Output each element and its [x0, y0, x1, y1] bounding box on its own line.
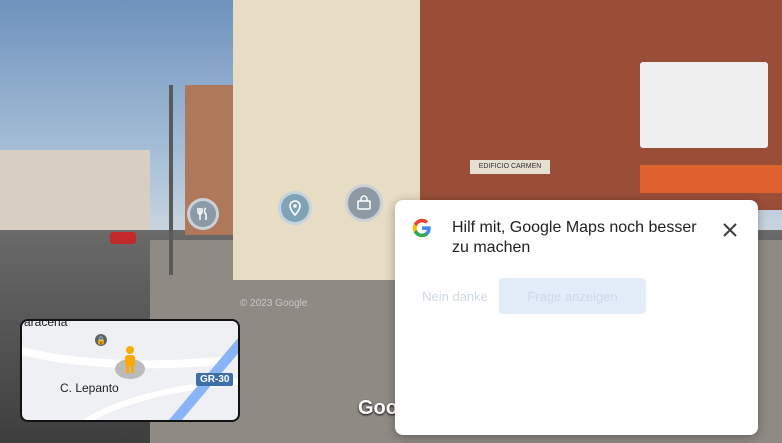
location-pin-icon[interactable]: [278, 191, 312, 225]
awning: [640, 165, 782, 193]
street-lamp: [169, 85, 173, 275]
restaurant-icon[interactable]: [187, 198, 219, 230]
shopping-bag-icon[interactable]: [345, 184, 383, 222]
google-logo-icon: [411, 217, 433, 239]
decline-button[interactable]: Nein danke: [409, 278, 501, 314]
road-badge: GR-30: [196, 373, 234, 386]
building-sign: EDIFICIO CARMEN: [470, 160, 550, 174]
distant-buildings: [0, 150, 150, 235]
survey-dialog: Hilf mit, Google Maps noch besser zu mac…: [395, 200, 758, 435]
red-car: [110, 232, 136, 244]
minimap-street-label: C. Lepanto: [60, 381, 119, 395]
dialog-title: Hilf mit, Google Maps noch besser zu mac…: [452, 219, 697, 256]
minimap[interactable]: aracena 🔒 C. Lepanto GR-30: [20, 319, 240, 422]
lock-icon: 🔒: [95, 334, 107, 346]
show-question-button[interactable]: Frage anzeigen: [499, 278, 646, 314]
copyright: © 2023 Google: [240, 298, 308, 309]
close-icon[interactable]: [717, 217, 743, 243]
pegman-icon[interactable]: [123, 346, 137, 374]
air-conditioner: [640, 62, 768, 148]
